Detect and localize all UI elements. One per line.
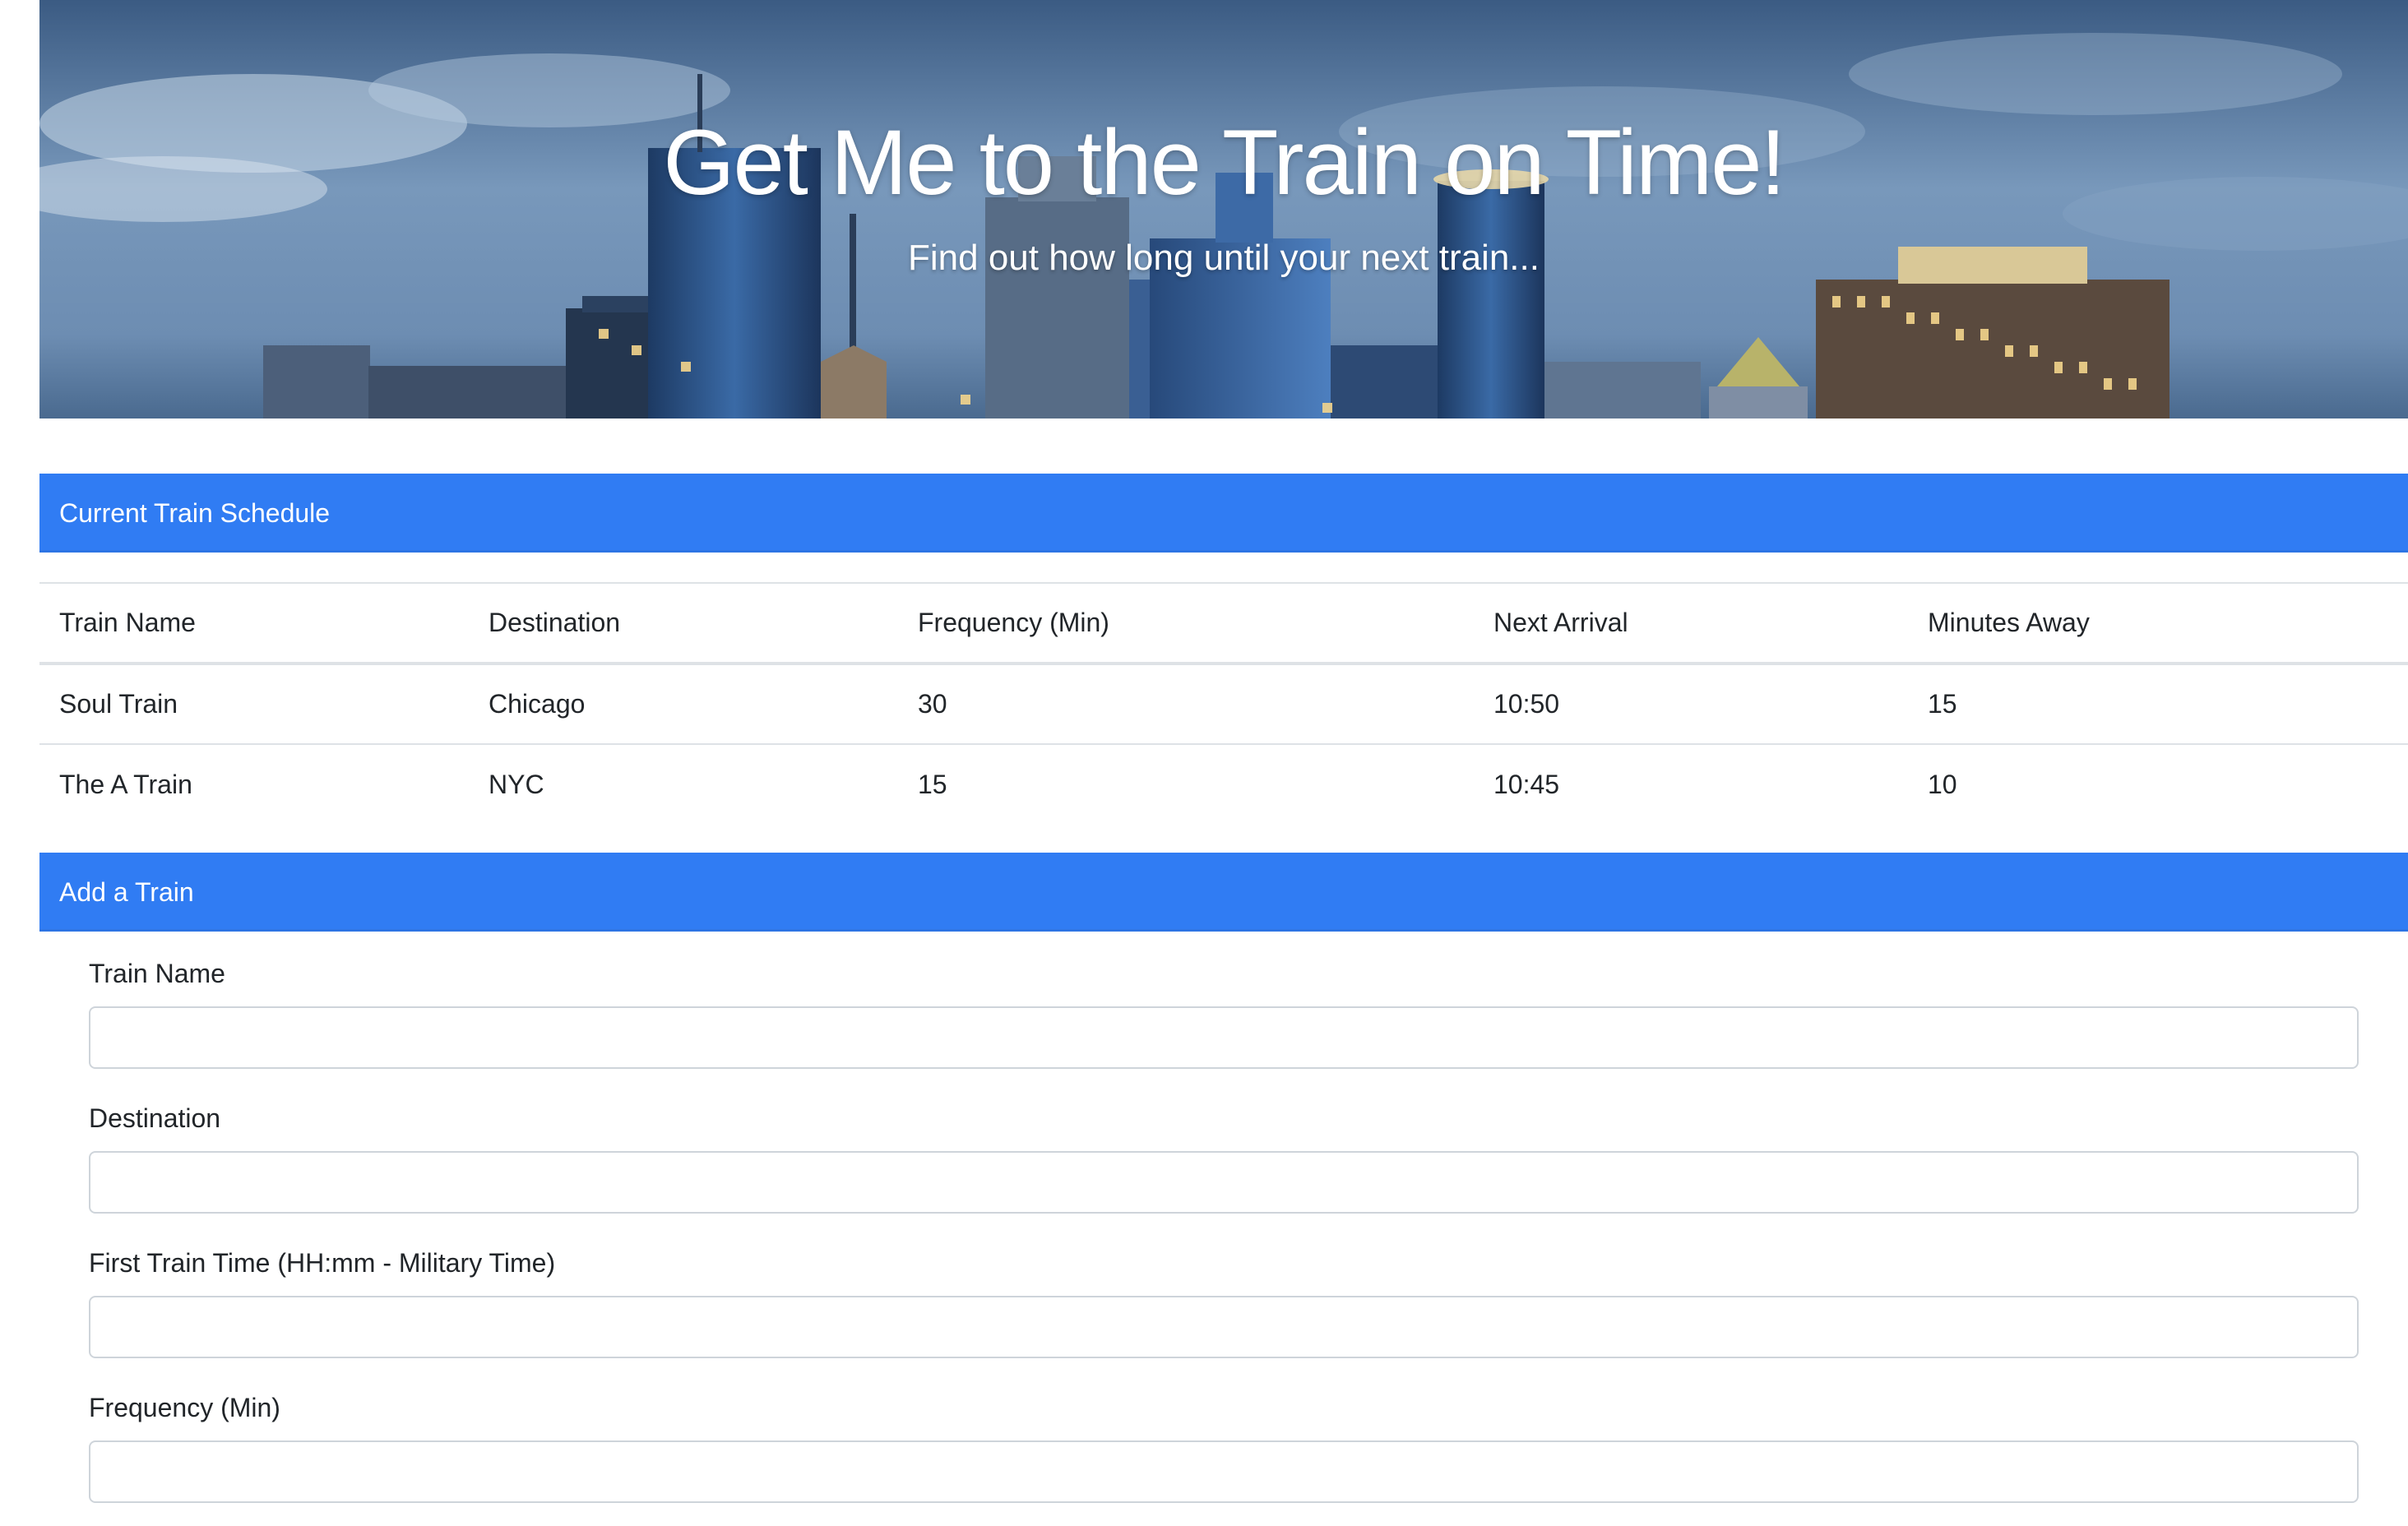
hero-subtitle: Find out how long until your next train.… <box>908 238 1540 278</box>
train-name-label: Train Name <box>89 959 225 988</box>
first-train-time-input[interactable] <box>89 1296 2359 1358</box>
cell-frequency: 30 <box>898 664 1474 745</box>
hero-title: Get Me to the Train on Time! <box>663 111 1785 214</box>
column-header-next-arrival: Next Arrival <box>1474 582 1908 665</box>
table-row: Soul Train Chicago 30 10:50 15 <box>39 664 2408 745</box>
cell-minutes-away: 15 <box>1908 664 2408 745</box>
table-row: The A Train NYC 15 10:45 10 <box>39 744 2408 825</box>
frequency-label: Frequency (Min) <box>89 1393 280 1422</box>
schedule-table: Train Name Destination Frequency (Min) N… <box>39 582 2408 825</box>
cell-minutes-away: 10 <box>1928 770 1957 799</box>
hero-banner: Get Me to the Train on Time! Find out ho… <box>39 0 2408 418</box>
column-header-minutes-away: Minutes Away <box>1908 582 2408 665</box>
cell-destination: Chicago <box>469 664 898 745</box>
form-group-train-name: Train Name <box>89 949 2359 1069</box>
cell-next-arrival: 10:45 <box>1493 770 1560 799</box>
cell-next-arrival: 10:50 <box>1474 664 1908 745</box>
schedule-card-header: Current Train Schedule <box>39 474 2408 553</box>
page: Get Me to the Train on Time! Find out ho… <box>0 0 2408 1526</box>
cell-train-name: Soul Train <box>39 664 469 745</box>
destination-input[interactable] <box>89 1151 2359 1214</box>
column-header-train-name: Train Name <box>39 582 469 665</box>
add-train-card-header: Add a Train <box>39 853 2408 932</box>
form-group-frequency: Frequency (Min) <box>89 1383 2359 1503</box>
left-gutter <box>0 0 39 1526</box>
main-container: Get Me to the Train on Time! Find out ho… <box>39 0 2408 1526</box>
destination-label: Destination <box>89 1103 221 1133</box>
cell-train-name: The A Train <box>59 770 192 799</box>
first-train-time-label: First Train Time (HH:mm - Military Time) <box>89 1248 556 1278</box>
train-name-input[interactable] <box>89 1006 2359 1069</box>
table-header-row: Train Name Destination Frequency (Min) N… <box>39 582 2408 665</box>
cell-destination: NYC <box>489 770 544 799</box>
frequency-input[interactable] <box>89 1440 2359 1503</box>
cell-frequency: 15 <box>918 770 947 799</box>
column-header-frequency: Frequency (Min) <box>898 582 1474 665</box>
column-header-destination: Destination <box>469 582 898 665</box>
form-group-first-train-time: First Train Time (HH:mm - Military Time) <box>89 1238 2359 1358</box>
add-train-form: Train Name Destination First Train Time … <box>89 932 2359 1526</box>
form-group-destination: Destination <box>89 1094 2359 1214</box>
